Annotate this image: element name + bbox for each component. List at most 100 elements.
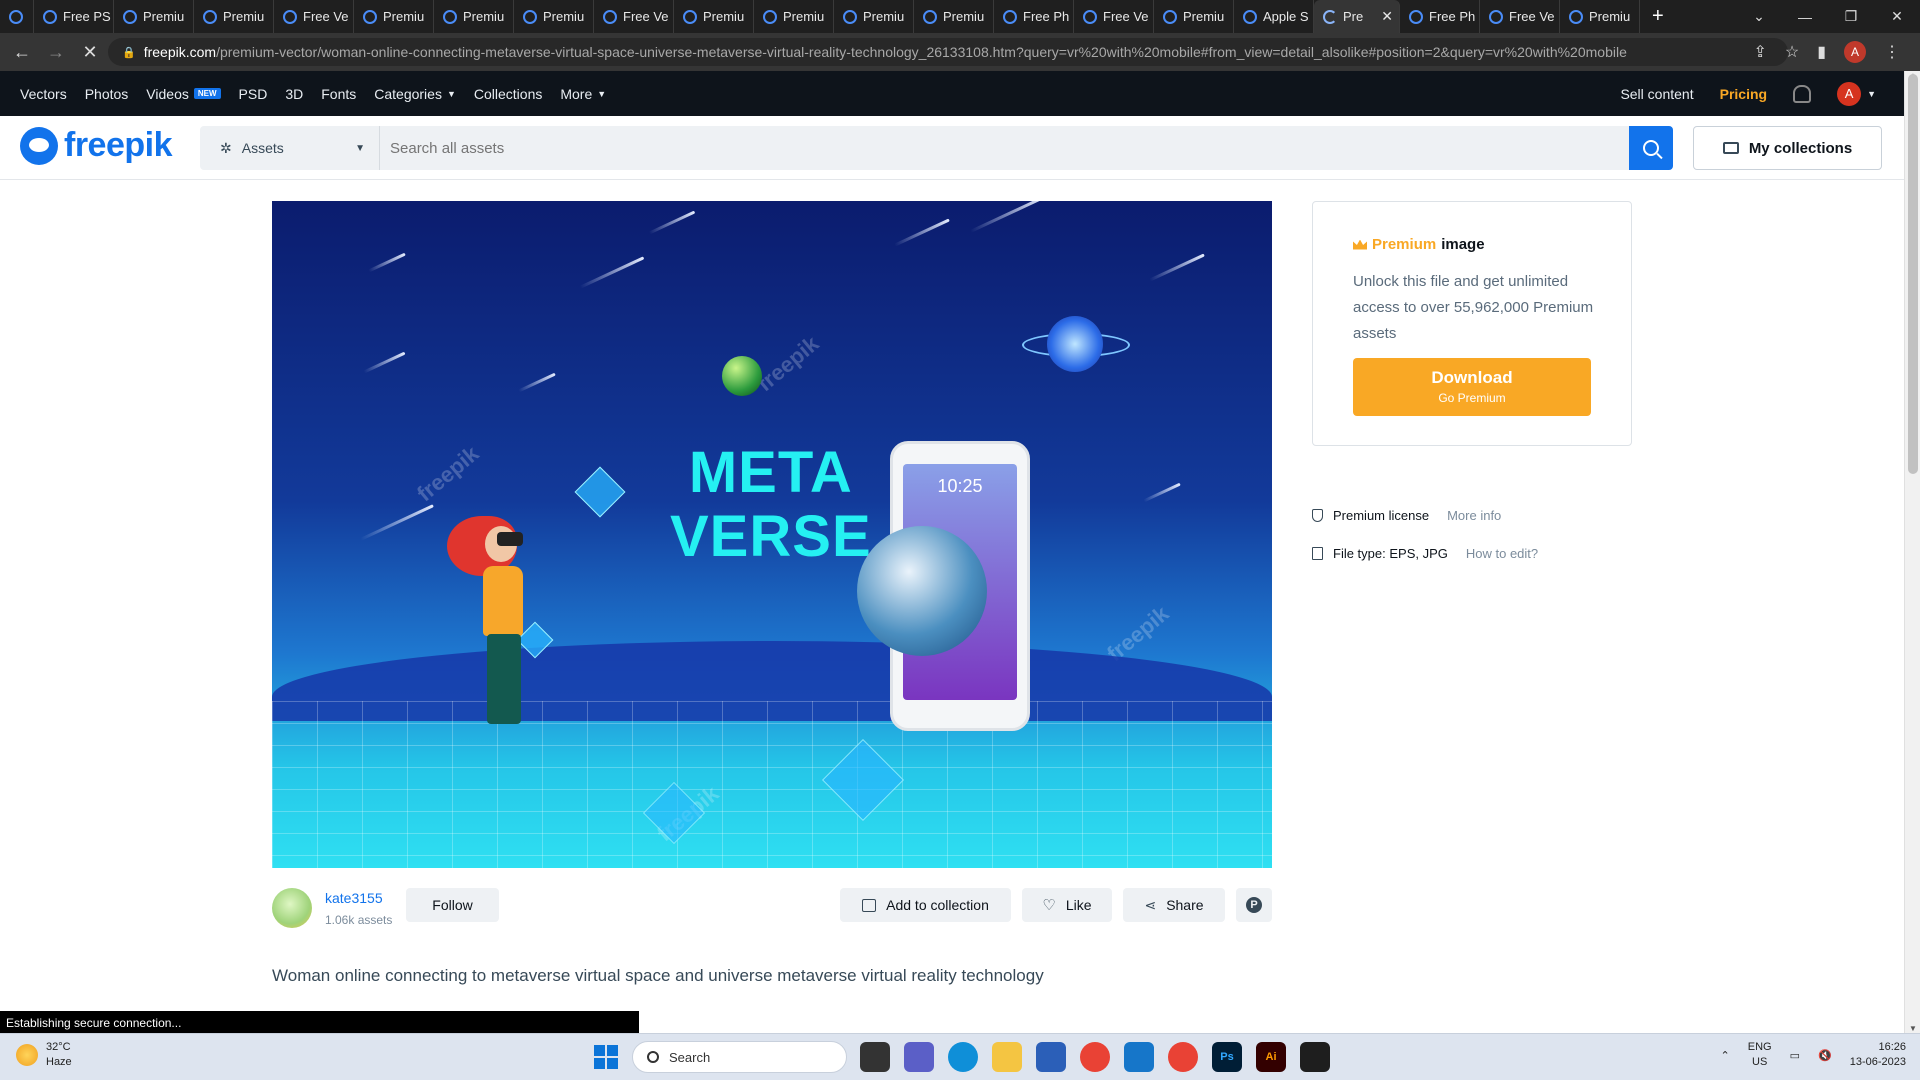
browser-tab[interactable]: [0, 0, 34, 33]
menu-videos[interactable]: Videos NEW: [146, 86, 221, 102]
search-button[interactable]: [1629, 126, 1673, 170]
restore-icon[interactable]: ❐: [1828, 8, 1874, 25]
search-input[interactable]: [380, 126, 1629, 170]
asset-type-select[interactable]: ✲ Assets ▼: [200, 126, 380, 170]
author-name[interactable]: kate3155: [325, 890, 383, 906]
follow-button[interactable]: Follow: [406, 888, 499, 922]
back-icon[interactable]: ←: [10, 42, 34, 63]
file-explorer-icon[interactable]: [992, 1042, 1022, 1072]
browser-tab[interactable]: Free Ph: [1400, 0, 1480, 33]
user-menu[interactable]: A ▼: [1837, 81, 1876, 106]
sell-content-link[interactable]: Sell content: [1620, 86, 1693, 102]
menu-vectors[interactable]: Vectors: [20, 86, 67, 102]
scrollbar-thumb[interactable]: [1908, 74, 1918, 474]
side-panel-icon[interactable]: ▮: [1817, 42, 1826, 62]
url-field[interactable]: 🔒 freepik.com/premium-vector/woman-onlin…: [108, 38, 1788, 66]
share-page-icon[interactable]: ⇪: [1753, 42, 1766, 62]
clock-date: 13-06-2023: [1849, 1056, 1906, 1068]
search-bar: ✲ Assets ▼: [200, 126, 1673, 170]
language-indicator[interactable]: ENG US: [1748, 1040, 1772, 1070]
tab-title: Premiu: [1183, 9, 1225, 24]
clock[interactable]: 16:26 13-06-2023: [1850, 1040, 1906, 1070]
chrome-profile-icon[interactable]: [1168, 1042, 1198, 1072]
add-to-collection-button[interactable]: Add to collection: [840, 888, 1011, 922]
bookmark-star-icon[interactable]: ☆: [1785, 42, 1799, 62]
photoshop-icon[interactable]: Ps: [1212, 1042, 1242, 1072]
chrome-icon[interactable]: [1080, 1042, 1110, 1072]
freepik-logo[interactable]: freepik: [20, 126, 173, 165]
new-tab-button[interactable]: +: [1652, 5, 1664, 28]
author-avatar[interactable]: [272, 888, 312, 928]
browser-tab[interactable]: Premiu: [674, 0, 754, 33]
scroll-down-icon[interactable]: ▼: [1905, 1024, 1920, 1033]
pinterest-button[interactable]: P: [1236, 888, 1272, 922]
site-header: freepik ✲ Assets ▼ My collections: [0, 116, 1904, 180]
tray-overflow-icon[interactable]: ⌃: [1721, 1049, 1730, 1062]
browser-tab[interactable]: Premiu: [514, 0, 594, 33]
menu-collections[interactable]: Collections: [474, 86, 542, 102]
browser-profile-avatar[interactable]: A: [1844, 41, 1866, 63]
menu-more[interactable]: More ▼: [560, 86, 606, 102]
browser-tab[interactable]: Premiu: [754, 0, 834, 33]
menu-photos[interactable]: Photos: [85, 86, 129, 102]
browser-tab[interactable]: Apple S: [1234, 0, 1314, 33]
browser-tab[interactable]: Premiu: [914, 0, 994, 33]
figma-icon[interactable]: [1300, 1042, 1330, 1072]
illustrator-icon[interactable]: Ai: [1256, 1042, 1286, 1072]
page-scrollbar[interactable]: ▲ ▼: [1904, 71, 1920, 1033]
teams-icon[interactable]: [904, 1042, 934, 1072]
browser-tab[interactable]: Free Ve: [1480, 0, 1560, 33]
weather-widget[interactable]: 32°C Haze: [16, 1040, 72, 1070]
tab-search-icon[interactable]: ⌄: [1736, 8, 1782, 25]
minimize-icon[interactable]: —: [1782, 9, 1828, 25]
browser-tab-active[interactable]: Pre ✕: [1314, 0, 1400, 33]
license-label: Premium license: [1333, 508, 1430, 523]
mail-icon[interactable]: [1124, 1042, 1154, 1072]
menu-3d[interactable]: 3D: [285, 86, 303, 102]
network-icon[interactable]: ▭: [1790, 1049, 1800, 1062]
browser-tab[interactable]: Free PS: [34, 0, 114, 33]
share-button[interactable]: ⋖ Share: [1123, 888, 1225, 922]
close-window-icon[interactable]: ✕: [1874, 8, 1920, 25]
windows-start-icon[interactable]: [594, 1045, 618, 1069]
freepik-favicon-icon: [1409, 9, 1423, 24]
lock-icon[interactable]: 🔒: [122, 46, 136, 59]
how-to-edit-link[interactable]: How to edit?: [1466, 546, 1538, 561]
my-collections-button[interactable]: My collections: [1693, 126, 1882, 170]
file-icon: [1312, 547, 1323, 560]
menu-categories[interactable]: Categories ▼: [374, 86, 456, 102]
store-icon[interactable]: [1036, 1042, 1066, 1072]
browser-tab[interactable]: Free Ph: [994, 0, 1074, 33]
task-view-icon[interactable]: [860, 1042, 890, 1072]
close-tab-icon[interactable]: ✕: [1381, 8, 1393, 25]
tab-title: Premiu: [1589, 9, 1631, 24]
stop-loading-icon[interactable]: ✕: [78, 42, 102, 63]
browser-tab[interactable]: Free Ve: [274, 0, 354, 33]
temperature: 32°C: [46, 1041, 71, 1053]
browser-tab[interactable]: Free Ve: [1074, 0, 1154, 33]
browser-tab[interactable]: Premiu: [1154, 0, 1234, 33]
browser-tab[interactable]: Free Ve: [594, 0, 674, 33]
browser-menu-icon[interactable]: ⋮: [1884, 42, 1900, 62]
taskbar-apps: Ps Ai: [860, 1042, 1330, 1072]
browser-tab[interactable]: Premiu: [434, 0, 514, 33]
volume-muted-icon[interactable]: 🔇: [1818, 1049, 1832, 1062]
browser-tab[interactable]: Premiu: [114, 0, 194, 33]
notifications-bell-icon[interactable]: [1793, 84, 1812, 103]
license-more-info-link[interactable]: More info: [1447, 508, 1501, 523]
neon-grid-floor: [272, 701, 1272, 868]
menu-fonts[interactable]: Fonts: [321, 86, 356, 102]
shooting-star: [1143, 482, 1181, 503]
download-button[interactable]: Download Go Premium: [1353, 358, 1591, 416]
like-button[interactable]: ♡ Like: [1022, 888, 1112, 922]
browser-tab[interactable]: Premiu: [354, 0, 434, 33]
taskbar-search[interactable]: Search: [632, 1041, 847, 1073]
menu-psd[interactable]: PSD: [239, 86, 268, 102]
browser-tab[interactable]: Premiu: [194, 0, 274, 33]
browser-tab[interactable]: Premiu: [834, 0, 914, 33]
browser-tab[interactable]: Premiu: [1560, 0, 1640, 33]
pricing-link[interactable]: Pricing: [1720, 86, 1767, 102]
preview-image[interactable]: freepik freepik freepik freepik META VER…: [272, 201, 1272, 868]
edge-icon[interactable]: [948, 1042, 978, 1072]
forward-icon[interactable]: →: [44, 42, 68, 63]
